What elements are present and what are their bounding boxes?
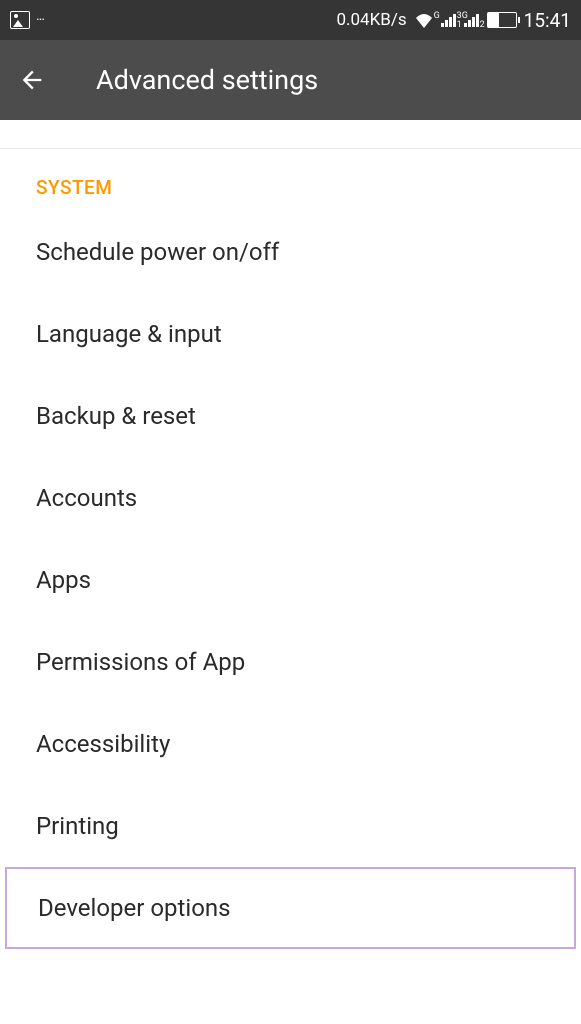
content-area: SYSTEM Schedule power on/off Language & … bbox=[0, 148, 581, 949]
status-left: ··· bbox=[10, 11, 44, 29]
battery-icon bbox=[487, 12, 517, 28]
item-apps[interactable]: Apps bbox=[0, 539, 581, 621]
header: Advanced settings bbox=[0, 40, 581, 120]
item-accessibility[interactable]: Accessibility bbox=[0, 703, 581, 785]
item-accounts[interactable]: Accounts bbox=[0, 457, 581, 539]
time-label: 15:41 bbox=[524, 9, 571, 32]
wifi-icon bbox=[414, 12, 434, 28]
item-permissions[interactable]: Permissions of App bbox=[0, 621, 581, 703]
page-title: Advanced settings bbox=[96, 64, 318, 96]
section-header-system: SYSTEM bbox=[0, 149, 581, 211]
item-language-input[interactable]: Language & input bbox=[0, 293, 581, 375]
picture-icon bbox=[10, 11, 30, 29]
signal-1-icon: G 1 bbox=[441, 13, 457, 27]
item-developer-options[interactable]: Developer options bbox=[5, 867, 576, 949]
item-schedule-power[interactable]: Schedule power on/off bbox=[0, 211, 581, 293]
status-right: 0.04KB/s G 1 3G 2 bbox=[336, 9, 571, 32]
item-backup-reset[interactable]: Backup & reset bbox=[0, 375, 581, 457]
status-bar: ··· 0.04KB/s G 1 3G bbox=[0, 0, 581, 40]
item-printing[interactable]: Printing bbox=[0, 785, 581, 867]
signal-2-icon: 3G 2 bbox=[464, 13, 480, 27]
back-arrow-icon[interactable] bbox=[18, 66, 46, 94]
more-dots-icon: ··· bbox=[36, 12, 44, 28]
data-speed-label: 0.04KB/s bbox=[336, 10, 406, 30]
